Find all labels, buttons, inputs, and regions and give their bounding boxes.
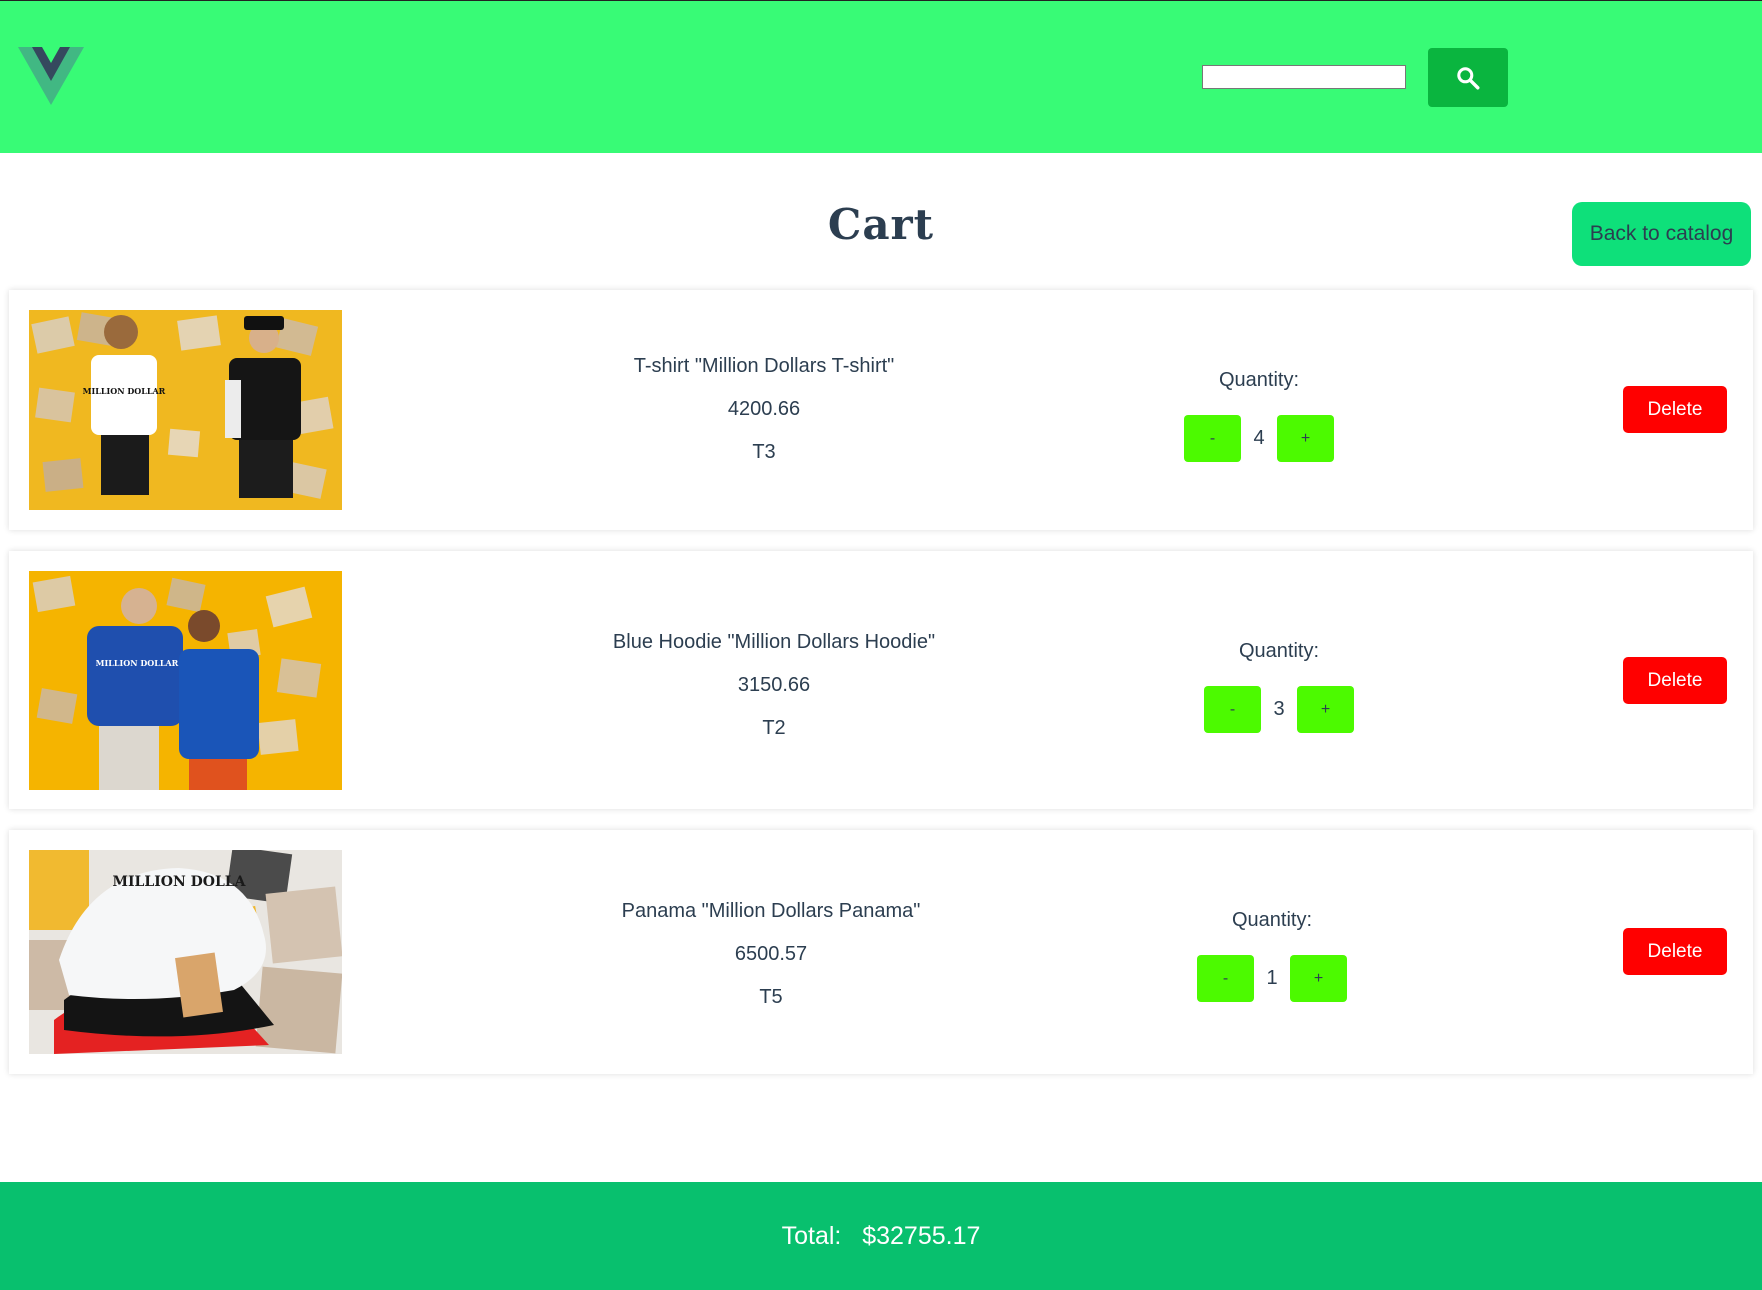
product-info: Blue Hoodie "Million Dollars Hoodie" 315… [564, 621, 984, 750]
cart-item: MILLION DOLLAR T-shirt "Million Dollars … [9, 290, 1753, 530]
product-price: 4200.66 [727, 398, 801, 420]
increase-quantity-button[interactable]: + [1277, 415, 1334, 462]
total-label: Total: [781, 1221, 842, 1250]
product-info: Panama "Million Dollars Panama" 6500.57 … [561, 890, 981, 1019]
decrease-quantity-button[interactable]: - [1204, 686, 1261, 733]
page-title: Cart [827, 200, 935, 249]
delete-button[interactable]: Delete [1623, 928, 1727, 975]
increase-quantity-button[interactable]: + [1297, 686, 1354, 733]
decrease-quantity-button[interactable]: - [1197, 955, 1254, 1002]
product-image: MILLION DOLLA [29, 850, 342, 1054]
product-image: MILLION DOLLAR [29, 571, 342, 790]
delete-button[interactable]: Delete [1623, 386, 1727, 433]
product-code: T3 [752, 441, 776, 463]
product-code: T2 [762, 717, 786, 739]
product-price: 3150.66 [737, 674, 811, 696]
top-header [0, 0, 1762, 153]
image-text: MILLION DOLLA [112, 874, 246, 890]
quantity-value: 1 [1266, 967, 1278, 989]
total-value: $32755.17 [862, 1221, 981, 1250]
quantity-label: Quantity: [1238, 640, 1320, 662]
quantity-value: 3 [1273, 698, 1285, 720]
product-code: T5 [759, 986, 783, 1008]
search-icon [1457, 66, 1480, 89]
quantity-value: 4 [1253, 427, 1265, 449]
decrease-quantity-button[interactable]: - [1184, 415, 1241, 462]
increase-quantity-button[interactable]: + [1290, 955, 1347, 1002]
search-input[interactable] [1202, 65, 1406, 89]
product-name: Panama "Million Dollars Panama" [621, 900, 921, 922]
image-text: MILLION DOLLAR [96, 658, 179, 668]
cart-item: MILLION DOLLAR Blue Hoodie "Million Doll… [9, 551, 1753, 809]
product-image: MILLION DOLLAR [29, 310, 342, 510]
product-info: T-shirt "Million Dollars T-shirt" 4200.6… [554, 345, 974, 474]
product-name: Blue Hoodie "Million Dollars Hoodie" [612, 631, 936, 653]
quantity-label: Quantity: [1231, 909, 1313, 931]
quantity-control: Quantity: - 3 + [1129, 636, 1429, 733]
vue-logo-icon[interactable] [18, 47, 84, 105]
total-spacer [841, 1222, 862, 1251]
search-button[interactable] [1428, 48, 1508, 107]
quantity-control: Quantity: - 1 + [1122, 905, 1422, 1002]
delete-button[interactable]: Delete [1623, 657, 1727, 704]
product-price: 6500.57 [734, 943, 808, 965]
quantity-label: Quantity: [1218, 369, 1300, 391]
cart-item: MILLION DOLLA Panama "Million Dollars Pa… [9, 830, 1753, 1074]
product-name: T-shirt "Million Dollars T-shirt" [633, 355, 895, 377]
image-text: MILLION DOLLAR [83, 386, 166, 396]
cart-total-footer: Total: $32755.17 [0, 1182, 1762, 1290]
back-to-catalog-button[interactable]: Back to catalog [1572, 202, 1751, 266]
quantity-control: Quantity: - 4 + [1109, 365, 1409, 462]
